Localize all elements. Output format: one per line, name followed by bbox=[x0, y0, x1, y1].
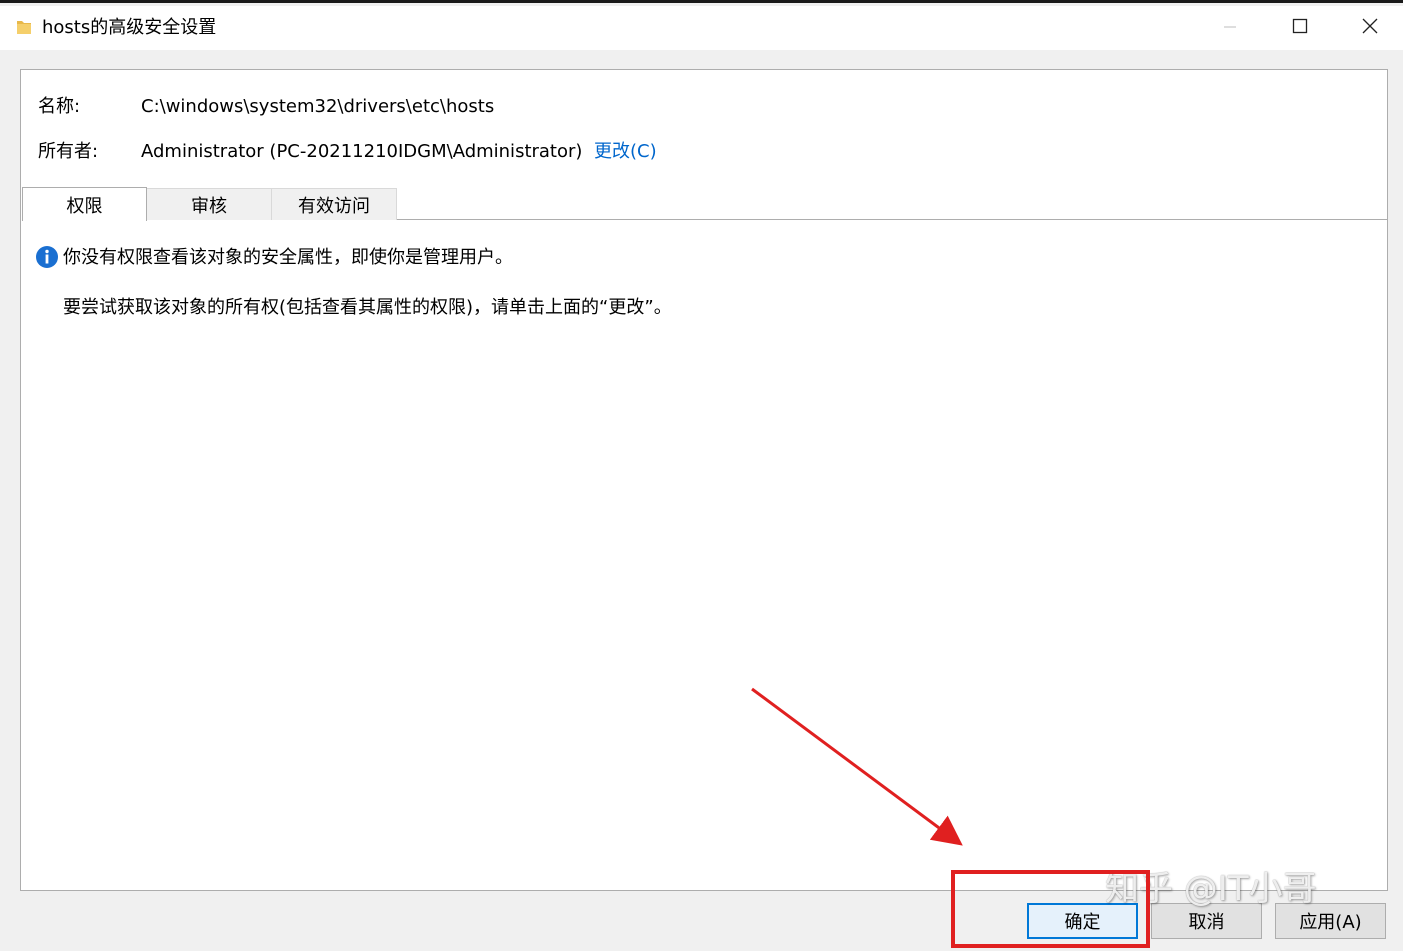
change-owner-link[interactable]: 更改(C) bbox=[594, 141, 657, 163]
info-icon bbox=[35, 245, 59, 269]
tab-auditing[interactable]: 审核 bbox=[146, 188, 272, 220]
minimize-button[interactable] bbox=[1195, 6, 1265, 50]
owner-value: Administrator (PC-20211210IDGM\Administr… bbox=[141, 141, 583, 162]
minimize-icon bbox=[1223, 19, 1237, 38]
watermark-text: 知乎 @IT小哥 bbox=[1105, 869, 1317, 909]
close-icon bbox=[1362, 18, 1378, 38]
window-title: hosts的高级安全设置 bbox=[42, 17, 217, 38]
take-ownership-hint: 要尝试获取该对象的所有权(包括查看其属性的权限)，请单击上面的“更改”。 bbox=[63, 297, 672, 318]
name-value: C:\windows\system32\drivers\etc\hosts bbox=[141, 96, 495, 117]
title-bar[interactable]: hosts的高级安全设置 bbox=[0, 6, 1403, 50]
name-label: 名称: bbox=[38, 96, 81, 117]
owner-label: 所有者: bbox=[38, 141, 99, 162]
folder-icon bbox=[16, 18, 32, 36]
tab-permissions[interactable]: 权限 bbox=[22, 187, 147, 221]
advanced-security-window: hosts的高级安全设置 名称: C:\windows\system32\dri… bbox=[0, 0, 1403, 948]
maximize-icon bbox=[1292, 18, 1308, 38]
close-button[interactable] bbox=[1335, 6, 1403, 50]
settings-panel: 名称: C:\windows\system32\drivers\etc\host… bbox=[20, 69, 1388, 891]
no-permission-message: 你没有权限查看该对象的安全属性，即使你是管理用户。 bbox=[63, 247, 513, 268]
tab-strip: 权限 审核 有效访问 bbox=[22, 187, 1388, 221]
maximize-button[interactable] bbox=[1265, 6, 1335, 50]
tab-effective-access[interactable]: 有效访问 bbox=[271, 188, 397, 220]
